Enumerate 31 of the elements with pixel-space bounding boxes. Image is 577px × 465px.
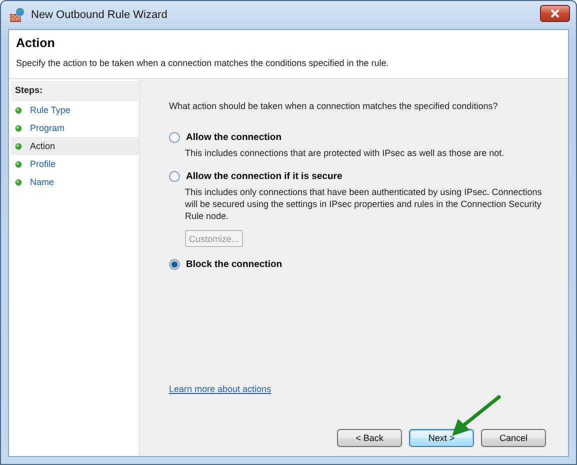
bullet-icon bbox=[15, 142, 22, 150]
help-link[interactable]: Learn more about actions bbox=[169, 384, 272, 394]
close-button[interactable] bbox=[540, 4, 570, 22]
step-item[interactable]: Name bbox=[11, 173, 139, 191]
wizard-button[interactable]: < Back bbox=[337, 429, 402, 447]
option-label[interactable]: Allow the connection if it is secure bbox=[186, 171, 342, 182]
steps-heading: Steps: bbox=[11, 81, 139, 101]
question-text: What action should be taken when a connection matches the specified conditions? bbox=[169, 101, 499, 111]
wizard-button[interactable]: Cancel bbox=[481, 429, 546, 447]
wizard-button[interactable]: Next > bbox=[409, 429, 474, 447]
radio-button[interactable] bbox=[169, 132, 180, 143]
bullet-icon bbox=[15, 178, 22, 186]
firewall-icon bbox=[9, 7, 25, 23]
step-item[interactable]: Program bbox=[11, 119, 139, 137]
bullet-icon bbox=[15, 106, 22, 114]
close-icon bbox=[550, 8, 560, 18]
option-description: This includes only connections that have been authenticated by using IPsec. Connections will be secured using the settings in IPsec properties and rules in the Connection Security Rule node. bbox=[185, 186, 543, 222]
option-label[interactable]: Allow the connection bbox=[186, 132, 282, 143]
option-label[interactable]: Block the connection bbox=[186, 259, 282, 270]
pointer-arrow-icon bbox=[450, 395, 502, 439]
step-item[interactable]: Profile bbox=[11, 155, 139, 173]
page-description: Specify the action to be taken when a connection matches the conditions specified in the rule. bbox=[16, 58, 390, 68]
bullet-icon bbox=[15, 160, 22, 168]
radio-button[interactable] bbox=[169, 259, 180, 270]
window-title: New Outbound Rule Wizard bbox=[31, 9, 168, 21]
option-description: This includes connections that are protected with IPsec as well as those are not. bbox=[185, 147, 506, 159]
radio-button[interactable] bbox=[169, 171, 180, 182]
page-title: Action bbox=[16, 36, 56, 50]
bullet-icon bbox=[15, 124, 22, 132]
step-item[interactable]: Action bbox=[11, 137, 139, 155]
step-item[interactable]: Rule Type bbox=[11, 101, 139, 119]
